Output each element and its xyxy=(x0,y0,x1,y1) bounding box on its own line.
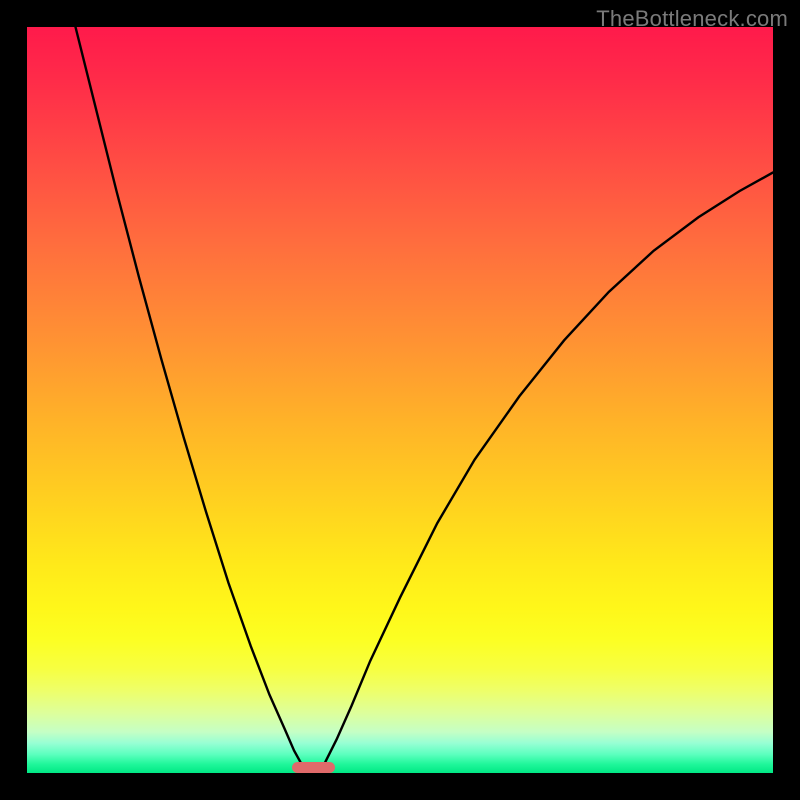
plot-area xyxy=(27,27,773,773)
right-curve xyxy=(319,172,773,773)
chart-frame: TheBottleneck.com xyxy=(0,0,800,800)
left-curve xyxy=(75,27,306,773)
bottleneck-marker xyxy=(292,762,335,773)
curve-layer xyxy=(27,27,773,773)
watermark-text: TheBottleneck.com xyxy=(596,6,788,32)
